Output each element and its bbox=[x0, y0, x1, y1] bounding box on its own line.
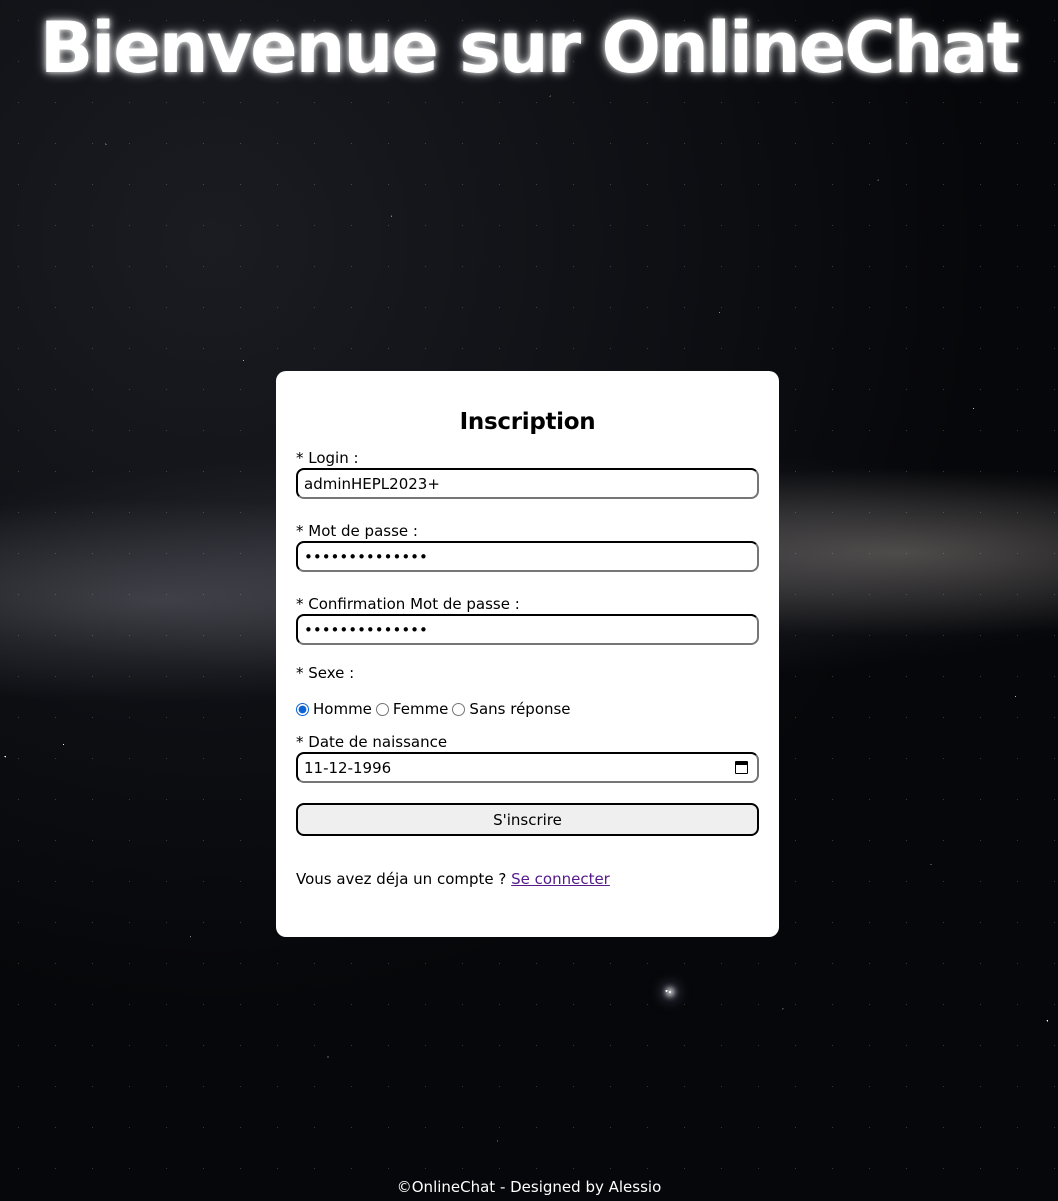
password-input[interactable] bbox=[296, 541, 759, 572]
login-group: * Login : bbox=[296, 449, 759, 499]
password-confirm-input[interactable] bbox=[296, 614, 759, 645]
sexe-label: * Sexe : bbox=[296, 664, 355, 682]
radio-option-homme[interactable]: Homme bbox=[296, 700, 372, 718]
birthdate-label: * Date de naissance bbox=[296, 733, 448, 751]
password-confirm-label: * Confirmation Mot de passe : bbox=[296, 595, 520, 613]
password-group: * Mot de passe : bbox=[296, 522, 759, 572]
birthdate-input[interactable] bbox=[296, 752, 759, 783]
login-input[interactable] bbox=[296, 468, 759, 499]
login-label: * Login : bbox=[296, 449, 359, 467]
bright-star bbox=[669, 991, 671, 993]
password-label: * Mot de passe : bbox=[296, 522, 418, 540]
radio-option-femme[interactable]: Femme bbox=[375, 700, 449, 718]
birthdate-field bbox=[296, 752, 759, 783]
footer-copyright: ©OnlineChat - Designed by Alessio bbox=[396, 1178, 662, 1196]
radio-sans-reponse[interactable] bbox=[452, 702, 466, 716]
birthdate-group: * Date de naissance bbox=[296, 733, 759, 783]
signup-card: Inscription * Login : * Mot de passe : *… bbox=[276, 371, 779, 937]
radio-homme-label: Homme bbox=[313, 700, 372, 718]
radio-femme-label: Femme bbox=[392, 700, 449, 718]
sexe-radio-group: Homme Femme Sans réponse bbox=[296, 700, 759, 718]
login-prompt-text: Vous avez déja un compte ? bbox=[296, 870, 507, 888]
page: { "header": { "title": "Bienvenue sur On… bbox=[0, 0, 1058, 1201]
password-confirm-group: * Confirmation Mot de passe : bbox=[296, 595, 759, 645]
signup-button[interactable]: S'inscrire bbox=[296, 803, 759, 836]
radio-sans-reponse-label: Sans réponse bbox=[469, 700, 571, 718]
login-prompt-line: Vous avez déja un compte ? Se connecter bbox=[296, 870, 759, 888]
calendar-icon[interactable] bbox=[735, 761, 748, 774]
site-title: Bienvenue sur OnlineChat bbox=[39, 7, 1020, 89]
radio-femme[interactable] bbox=[375, 702, 389, 716]
radio-option-sans-reponse[interactable]: Sans réponse bbox=[452, 700, 571, 718]
login-link[interactable]: Se connecter bbox=[511, 870, 610, 888]
form-title: Inscription bbox=[459, 409, 596, 435]
radio-homme[interactable] bbox=[296, 702, 309, 716]
